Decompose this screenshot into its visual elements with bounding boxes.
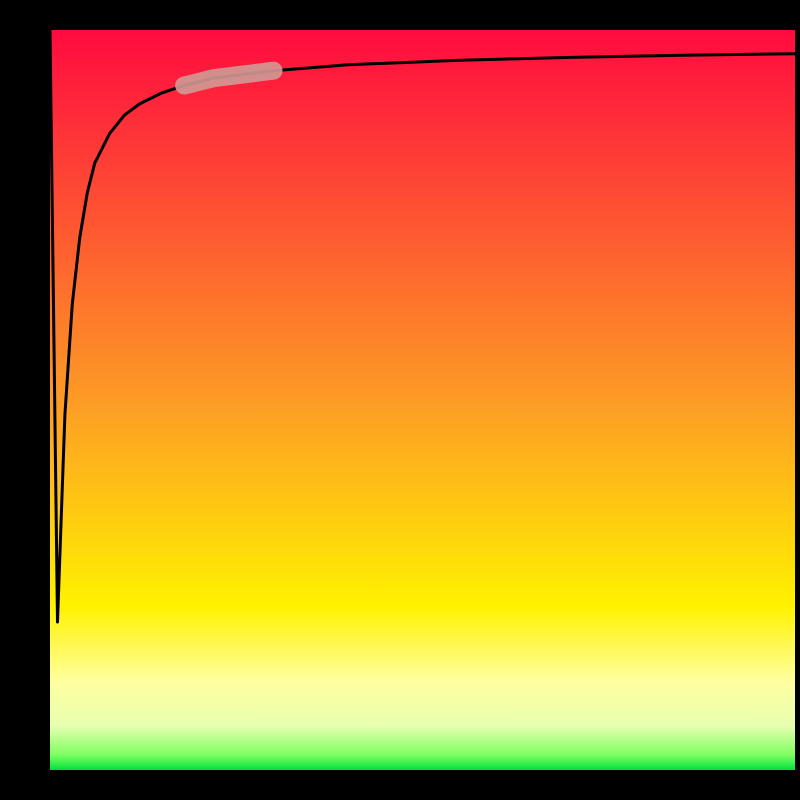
watermark: TheBottleneck.com <box>577 6 790 34</box>
chart-container: TheBottleneck.com <box>0 0 800 800</box>
chart-svg <box>0 0 800 800</box>
plot-background <box>50 30 795 770</box>
